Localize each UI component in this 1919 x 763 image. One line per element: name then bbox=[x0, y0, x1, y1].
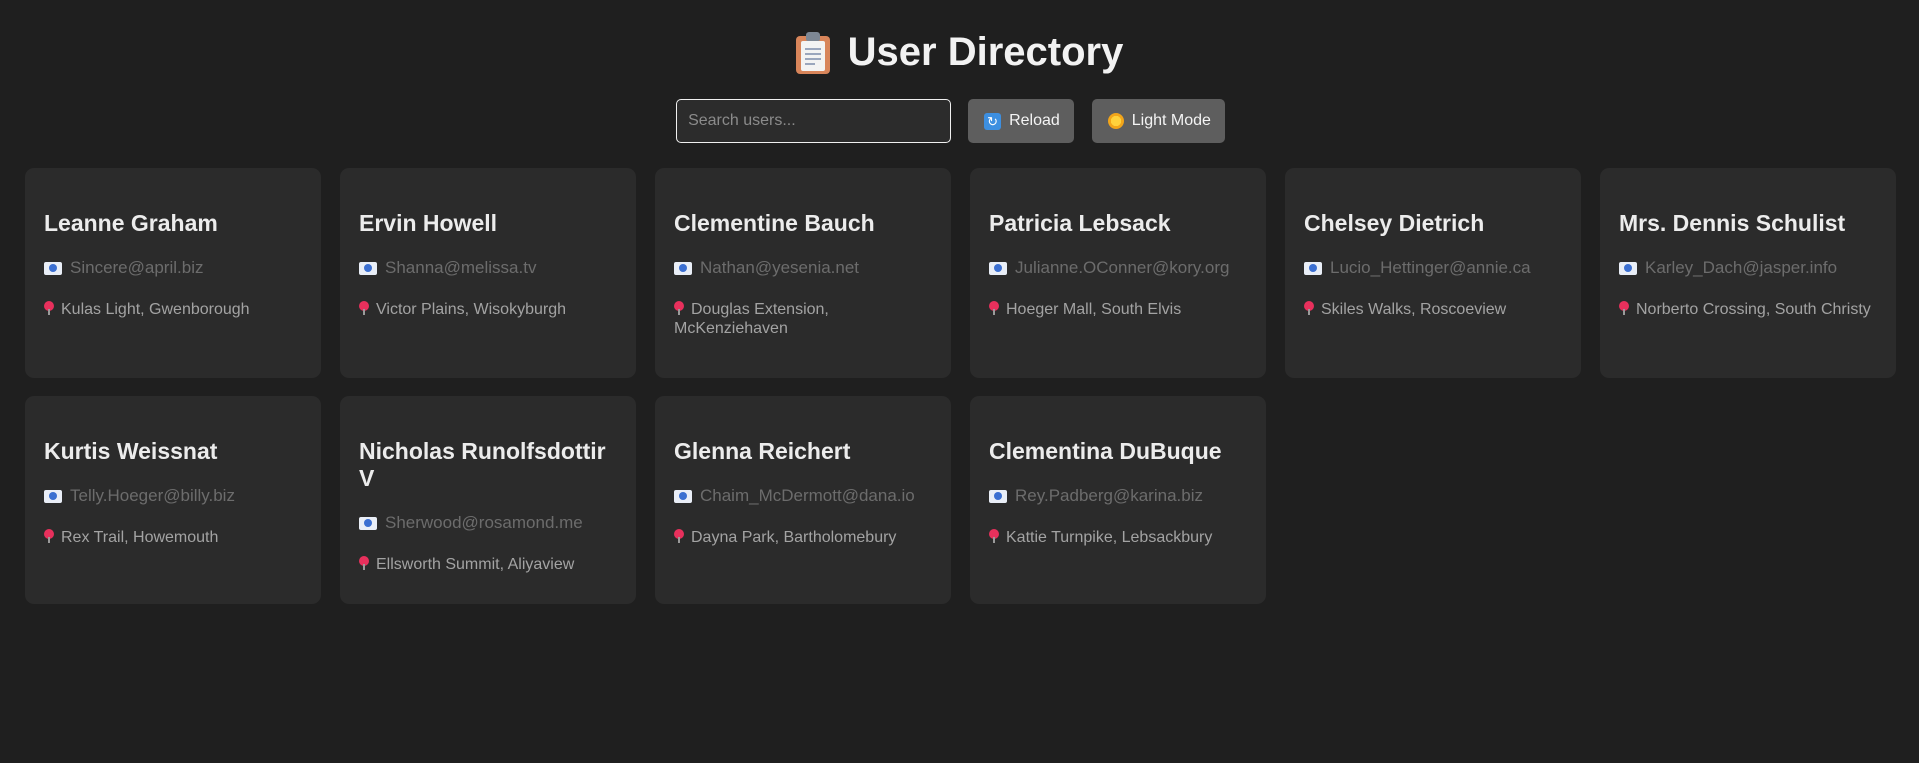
user-email-text: Telly.Hoeger@billy.biz bbox=[70, 486, 235, 505]
user-address: Norberto Crossing, South Christy bbox=[1619, 300, 1878, 319]
clipboard-icon bbox=[795, 31, 830, 74]
user-address-text: Norberto Crossing, South Christy bbox=[1636, 301, 1871, 318]
user-email: Rey.Padberg@karina.biz bbox=[989, 486, 1248, 506]
location-pin-icon bbox=[674, 301, 684, 315]
page-header: User Directory bbox=[0, 30, 1919, 75]
user-email: Sincere@april.biz bbox=[44, 258, 303, 278]
user-name: Mrs. Dennis Schulist bbox=[1619, 210, 1846, 236]
user-email: Telly.Hoeger@billy.biz bbox=[44, 486, 303, 506]
user-address-text: Kattie Turnpike, Lebsackbury bbox=[1006, 529, 1213, 546]
user-name: Clementine Bauch bbox=[674, 210, 875, 236]
location-pin-icon bbox=[44, 529, 54, 543]
user-card[interactable]: Nicholas Runolfsdottir V Sherwood@rosamo… bbox=[340, 396, 636, 604]
user-card[interactable]: Leanne Graham Sincere@april.biz Kulas Li… bbox=[25, 168, 321, 378]
user-email: Sherwood@rosamond.me bbox=[359, 513, 618, 533]
user-card[interactable]: Patricia Lebsack Julianne.OConner@kory.o… bbox=[970, 168, 1266, 378]
user-address-text: Ellsworth Summit, Aliyaview bbox=[376, 556, 575, 573]
location-pin-icon bbox=[1304, 301, 1314, 315]
user-card[interactable]: Ervin Howell Shanna@melissa.tv Victor Pl… bbox=[340, 168, 636, 378]
email-icon bbox=[674, 261, 692, 275]
location-pin-icon bbox=[674, 529, 684, 543]
user-address: Kattie Turnpike, Lebsackbury bbox=[989, 528, 1248, 547]
user-email: Julianne.OConner@kory.org bbox=[989, 258, 1248, 278]
user-name: Patricia Lebsack bbox=[989, 210, 1171, 236]
user-address-text: Skiles Walks, Roscoeview bbox=[1321, 301, 1507, 318]
user-address: Hoeger Mall, South Elvis bbox=[989, 300, 1248, 319]
user-card[interactable]: Clementina DuBuque Rey.Padberg@karina.bi… bbox=[970, 396, 1266, 604]
user-address-text: Dayna Park, Bartholomebury bbox=[691, 529, 897, 546]
email-icon bbox=[1304, 261, 1322, 275]
location-pin-icon bbox=[44, 301, 54, 315]
user-email: Chaim_McDermott@dana.io bbox=[674, 486, 933, 506]
user-name: Clementina DuBuque bbox=[989, 438, 1222, 464]
user-name: Chelsey Dietrich bbox=[1304, 210, 1485, 236]
email-icon bbox=[359, 516, 377, 530]
user-name: Ervin Howell bbox=[359, 210, 498, 236]
user-card[interactable]: Clementine Bauch Nathan@yesenia.net Doug… bbox=[655, 168, 951, 378]
toolbar: ↻ Reload Light Mode bbox=[0, 99, 1919, 143]
user-email-text: Karley_Dach@jasper.info bbox=[1645, 258, 1838, 277]
location-pin-icon bbox=[359, 301, 369, 315]
user-name: Glenna Reichert bbox=[674, 438, 851, 464]
user-address-text: Hoeger Mall, South Elvis bbox=[1006, 301, 1182, 318]
user-address: Skiles Walks, Roscoeview bbox=[1304, 300, 1563, 319]
email-icon bbox=[989, 489, 1007, 503]
user-card[interactable]: Mrs. Dennis Schulist Karley_Dach@jasper.… bbox=[1600, 168, 1896, 378]
reload-icon: ↻ bbox=[984, 112, 1002, 130]
user-address: Ellsworth Summit, Aliyaview bbox=[359, 555, 618, 574]
reload-button-label: Reload bbox=[1009, 112, 1060, 129]
user-card[interactable]: Chelsey Dietrich Lucio_Hettinger@annie.c… bbox=[1285, 168, 1581, 378]
user-card[interactable]: Kurtis Weissnat Telly.Hoeger@billy.biz R… bbox=[25, 396, 321, 604]
user-name: Leanne Graham bbox=[44, 210, 218, 236]
location-pin-icon bbox=[1619, 301, 1629, 315]
user-address-text: Victor Plains, Wisokyburgh bbox=[376, 301, 566, 318]
user-address: Douglas Extension, McKenziehaven bbox=[674, 300, 933, 338]
user-email: Nathan@yesenia.net bbox=[674, 258, 933, 278]
user-email: Lucio_Hettinger@annie.ca bbox=[1304, 258, 1563, 278]
page-title: User Directory bbox=[795, 30, 1124, 75]
user-address: Dayna Park, Bartholomebury bbox=[674, 528, 933, 547]
email-icon bbox=[44, 261, 62, 275]
user-address: Victor Plains, Wisokyburgh bbox=[359, 300, 618, 319]
user-address-text: Douglas Extension, McKenziehaven bbox=[674, 301, 829, 337]
user-email: Shanna@melissa.tv bbox=[359, 258, 618, 278]
email-icon bbox=[989, 261, 1007, 275]
light-mode-button[interactable]: Light Mode bbox=[1091, 99, 1225, 143]
email-icon bbox=[1619, 261, 1637, 275]
user-email-text: Nathan@yesenia.net bbox=[700, 258, 860, 277]
user-address-text: Rex Trail, Howemouth bbox=[61, 529, 219, 546]
email-icon bbox=[359, 261, 377, 275]
user-email-text: Sincere@april.biz bbox=[70, 258, 204, 277]
page-title-text: User Directory bbox=[847, 30, 1124, 74]
user-email-text: Julianne.OConner@kory.org bbox=[1015, 258, 1230, 277]
user-email: Karley_Dach@jasper.info bbox=[1619, 258, 1878, 278]
user-email-text: Lucio_Hettinger@annie.ca bbox=[1330, 258, 1531, 277]
user-name: Nicholas Runolfsdottir V bbox=[359, 438, 606, 491]
email-icon bbox=[44, 489, 62, 503]
user-email-text: Rey.Padberg@karina.biz bbox=[1015, 486, 1203, 505]
location-pin-icon bbox=[359, 556, 369, 570]
light-mode-button-label: Light Mode bbox=[1131, 112, 1211, 129]
location-pin-icon bbox=[989, 301, 999, 315]
user-email-text: Shanna@melissa.tv bbox=[385, 258, 537, 277]
user-address: Kulas Light, Gwenborough bbox=[44, 300, 303, 319]
user-email-text: Sherwood@rosamond.me bbox=[385, 513, 583, 532]
user-grid: Leanne Graham Sincere@april.biz Kulas Li… bbox=[25, 168, 1896, 604]
sun-icon bbox=[1107, 113, 1124, 129]
user-address: Rex Trail, Howemouth bbox=[44, 528, 303, 547]
user-name: Kurtis Weissnat bbox=[44, 438, 218, 464]
reload-button[interactable]: ↻ Reload bbox=[968, 99, 1074, 143]
user-email-text: Chaim_McDermott@dana.io bbox=[700, 486, 915, 505]
email-icon bbox=[674, 489, 692, 503]
location-pin-icon bbox=[989, 529, 999, 543]
search-input[interactable] bbox=[676, 99, 952, 143]
user-address-text: Kulas Light, Gwenborough bbox=[61, 301, 250, 318]
user-card[interactable]: Glenna Reichert Chaim_McDermott@dana.io … bbox=[655, 396, 951, 604]
